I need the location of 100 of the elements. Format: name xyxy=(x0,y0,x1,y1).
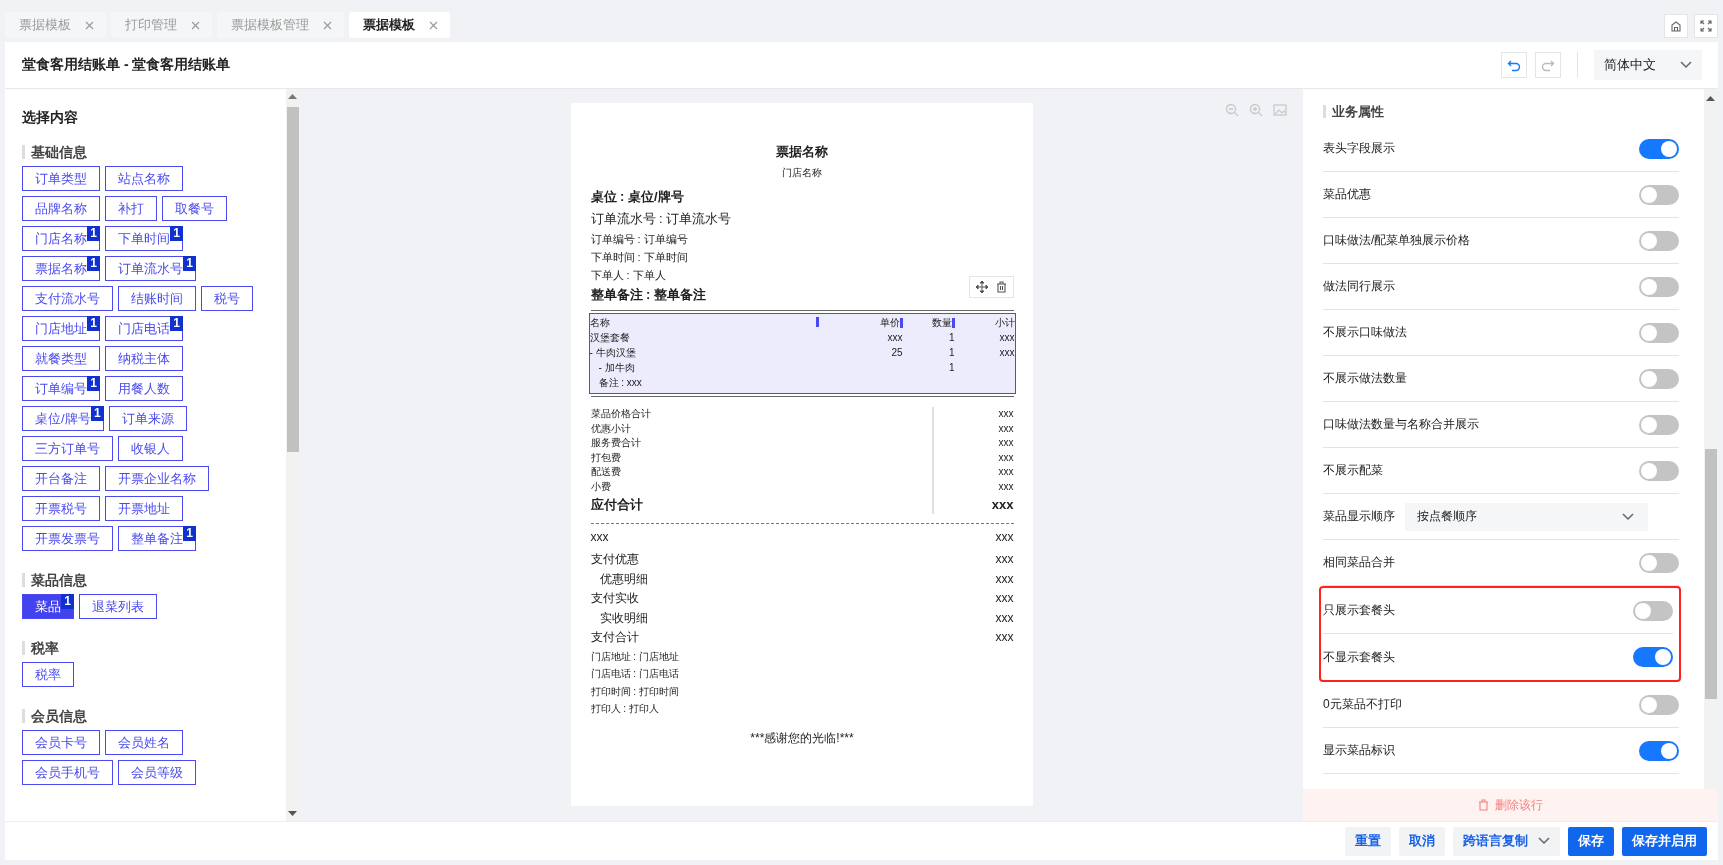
content-tag[interactable]: 税率 xyxy=(22,662,74,687)
content-tag[interactable]: 菜品 1 xyxy=(22,594,74,619)
caret-icon xyxy=(1538,837,1550,845)
content-tag[interactable]: 品牌名称 xyxy=(22,196,100,221)
content-tag[interactable]: 桌位/牌号 1 xyxy=(22,406,104,431)
content-tag[interactable]: 会员姓名 xyxy=(105,730,183,755)
toggle-switch[interactable] xyxy=(1639,740,1679,761)
setting-label: 表头字段展示 xyxy=(1323,140,1396,157)
primary-button[interactable]: 保存 xyxy=(1568,826,1614,856)
toggle-switch[interactable] xyxy=(1639,368,1679,389)
content-tag[interactable]: 取餐号 xyxy=(162,196,227,221)
item-name: - 牛肉汉堡 xyxy=(589,346,637,360)
payment-value: xxx xyxy=(995,570,1014,588)
content-tag[interactable]: 会员卡号 xyxy=(22,730,100,755)
scrollbar[interactable] xyxy=(286,89,300,821)
content-tag[interactable]: 订单类型 xyxy=(22,166,100,191)
delete-icon[interactable] xyxy=(995,281,1007,293)
column-resize-handle[interactable] xyxy=(951,318,955,329)
content-tag[interactable]: 开票企业名称 xyxy=(105,466,209,491)
column-resize-handle[interactable] xyxy=(899,318,903,329)
toggle-switch[interactable] xyxy=(1633,647,1673,667)
primary-button[interactable]: 保存并启用 xyxy=(1622,826,1707,856)
scroll-up-icon[interactable] xyxy=(1706,95,1715,101)
count-badge: 1 xyxy=(87,226,100,241)
toggle-switch[interactable] xyxy=(1639,552,1679,573)
toggle-switch[interactable] xyxy=(1639,694,1679,715)
content-tag[interactable]: 开票税号 xyxy=(22,496,100,521)
toggle-switch[interactable] xyxy=(1639,230,1679,251)
content-tag[interactable]: 会员等级 xyxy=(118,760,196,785)
setting-label: 不显示套餐头 xyxy=(1323,648,1396,666)
zoom-out-icon[interactable] xyxy=(1225,103,1239,117)
count-badge: 1 xyxy=(170,316,183,331)
content-tag[interactable]: 开票发票号 xyxy=(22,526,113,551)
fullscreen-icon[interactable] xyxy=(1694,14,1718,38)
image-icon[interactable] xyxy=(1273,103,1287,117)
setting-label: 不展示配菜 xyxy=(1323,462,1384,479)
payment-label: 实收明细 xyxy=(598,609,648,627)
scrollbar[interactable] xyxy=(1704,89,1718,789)
content-tag[interactable]: 用餐人数 xyxy=(105,376,183,401)
secondary-button[interactable]: 重置 xyxy=(1345,826,1391,856)
total-label: 配送费 xyxy=(590,465,622,480)
toggle-switch[interactable] xyxy=(1639,184,1679,205)
content-tag[interactable]: 结账时间 xyxy=(118,286,196,311)
items-table[interactable]: 名称 单价 数量 小计 汉堡套餐 xxx 1 xxx - 牛肉汉堡 25 1 xxx - 加牛肉 1 备注 : xxx xyxy=(588,313,1016,394)
page-tab[interactable]: 票据模板 xyxy=(349,12,450,38)
payment-value: xxx xyxy=(995,551,1014,569)
content-tag[interactable]: 订单流水号 1 xyxy=(105,256,196,281)
content-tag[interactable]: 开台备注 xyxy=(22,466,100,491)
content-tag[interactable]: 门店电话 1 xyxy=(105,316,183,341)
content-tag[interactable]: 会员手机号 xyxy=(22,760,113,785)
close-icon[interactable] xyxy=(191,20,200,30)
chevron-down-icon xyxy=(1680,61,1692,69)
content-tag[interactable]: 退菜列表 xyxy=(79,594,157,619)
content-tag[interactable]: 门店名称 1 xyxy=(22,226,100,251)
payment-label: 支付实收 xyxy=(590,590,639,608)
content-tag[interactable]: 支付流水号 xyxy=(22,286,113,311)
total-label: 打包费 xyxy=(590,450,622,465)
secondary-button[interactable]: 取消 xyxy=(1399,826,1445,856)
undo-icon[interactable] xyxy=(1501,52,1527,78)
content-tag[interactable]: 票据名称 1 xyxy=(22,256,100,281)
zoom-in-icon[interactable] xyxy=(1249,103,1263,117)
content-tag[interactable]: 门店地址 1 xyxy=(22,316,100,341)
content-tag[interactable]: 补打 xyxy=(105,196,157,221)
content-tag[interactable]: 三方订单号 xyxy=(22,436,113,461)
close-icon[interactable] xyxy=(85,20,94,30)
receipt-line: 门店电话 : 门店电话 xyxy=(590,668,679,680)
close-icon[interactable] xyxy=(323,20,332,30)
order-select[interactable]: 按点餐顺序 xyxy=(1405,502,1648,531)
content-tag[interactable]: 税号 xyxy=(201,286,253,311)
payment-label: xxx xyxy=(590,528,609,546)
content-tag[interactable]: 站点名称 xyxy=(105,166,183,191)
column-resize-handle[interactable] xyxy=(815,317,819,327)
toggle-switch[interactable] xyxy=(1639,322,1679,343)
total-value: xxx xyxy=(998,437,1014,449)
content-tag[interactable]: 下单时间 1 xyxy=(105,226,183,251)
language-select[interactable]: 简体中文 xyxy=(1594,50,1702,80)
content-tag[interactable]: 纳税主体 xyxy=(105,346,183,371)
home-icon[interactable] xyxy=(1664,14,1688,38)
content-tag[interactable]: 就餐类型 xyxy=(22,346,100,371)
toggle-switch[interactable] xyxy=(1639,276,1679,297)
toggle-switch[interactable] xyxy=(1639,460,1679,481)
content-tag[interactable]: 收银人 xyxy=(118,436,183,461)
content-tag[interactable]: 整单备注 1 xyxy=(118,526,196,551)
move-icon[interactable] xyxy=(975,281,988,293)
count-badge: 1 xyxy=(183,526,196,541)
column-header: 数量 xyxy=(931,317,952,328)
scroll-up-icon[interactable] xyxy=(288,93,297,99)
total-value: xxx xyxy=(998,451,1014,463)
toggle-switch[interactable] xyxy=(1633,600,1673,621)
scroll-down-icon[interactable] xyxy=(288,811,297,817)
toggle-switch[interactable] xyxy=(1639,414,1679,435)
chevron-down-icon xyxy=(1622,512,1634,521)
redo-icon[interactable] xyxy=(1535,52,1561,78)
content-tag[interactable]: 开票地址 xyxy=(105,496,183,521)
content-tag[interactable]: 订单来源 xyxy=(108,406,187,431)
dropdown-button[interactable]: 跨语言复制 xyxy=(1453,826,1560,856)
close-icon[interactable] xyxy=(429,20,438,30)
content-tag[interactable]: 订单编号 1 xyxy=(22,376,100,401)
count-badge: 1 xyxy=(87,256,100,271)
toggle-switch[interactable] xyxy=(1639,138,1679,159)
